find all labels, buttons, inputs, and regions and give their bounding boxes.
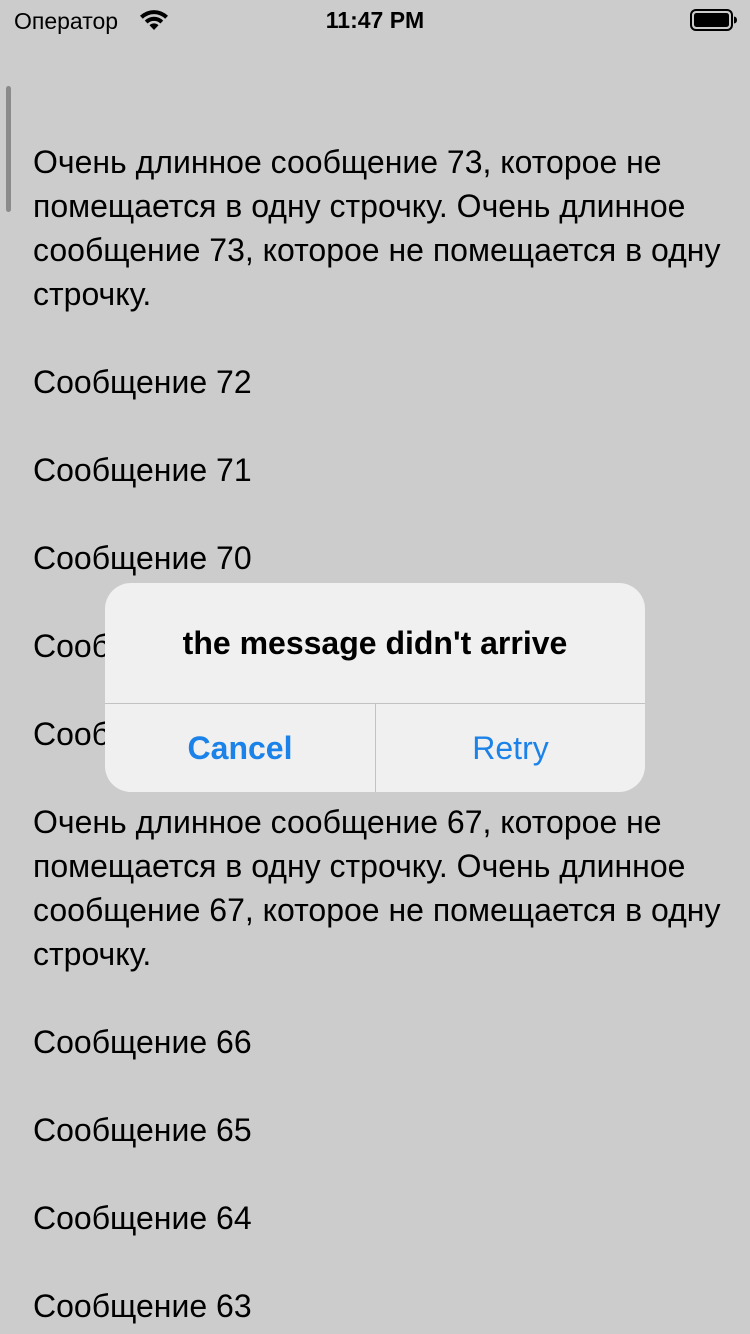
message-item[interactable]: Очень длинное сообщение 73, которое не п… xyxy=(33,140,723,316)
message-item[interactable]: Сообщение 71 xyxy=(33,448,723,492)
alert-dialog: the message didn't arrive Cancel Retry xyxy=(105,583,645,792)
message-item[interactable]: Очень длинное сообщение 67, которое не п… xyxy=(33,800,723,976)
message-item[interactable]: Сообщение 65 xyxy=(33,1108,723,1152)
message-item[interactable]: Сообщение 72 xyxy=(33,360,723,404)
battery-icon xyxy=(690,9,738,31)
scroll-indicator[interactable] xyxy=(6,86,11,212)
screen: Оператор 11:47 PM Очень длинное сообщени… xyxy=(0,0,750,1334)
message-item[interactable]: Сообщение 63 xyxy=(33,1284,723,1328)
message-item[interactable]: Сообщение 66 xyxy=(33,1020,723,1064)
status-bar: Оператор 11:47 PM xyxy=(0,0,750,40)
message-item[interactable]: Сообщение 64 xyxy=(33,1196,723,1240)
cancel-button[interactable]: Cancel xyxy=(105,704,375,792)
alert-title: the message didn't arrive xyxy=(182,625,568,661)
message-item[interactable]: Сообщение 70 xyxy=(33,536,723,580)
status-time: 11:47 PM xyxy=(325,7,425,33)
retry-button[interactable]: Retry xyxy=(376,704,645,792)
